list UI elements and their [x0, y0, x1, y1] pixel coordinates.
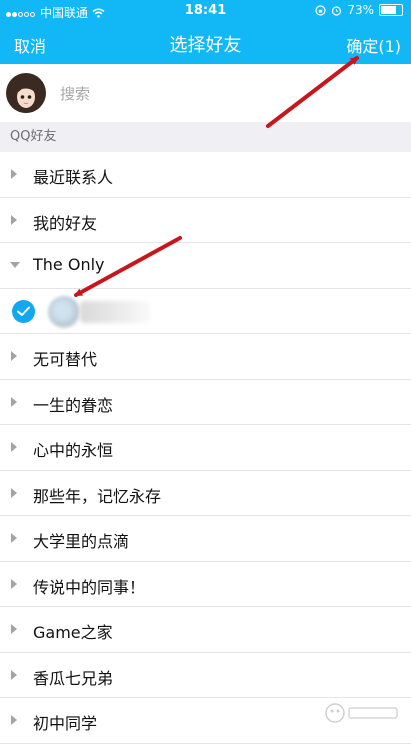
group-label: 无可替代	[33, 350, 98, 369]
group-row[interactable]: Game之家	[0, 607, 411, 653]
friend-name-blurred	[80, 300, 150, 323]
group-list: 最近联系人 我的好友 The Only 无可替代 一生的眷恋 心中的永恒 那些年…	[0, 152, 411, 744]
alarm-icon	[332, 5, 342, 16]
group-row[interactable]: 心中的永恒	[0, 425, 411, 471]
group-label: 那些年，记忆永存	[33, 486, 162, 506]
search-bar	[0, 64, 411, 122]
triangle-right-icon	[11, 214, 17, 225]
search-input[interactable]	[58, 82, 362, 106]
group-label: 一生的眷恋	[33, 395, 114, 415]
avatar[interactable]	[6, 73, 46, 113]
battery-icon	[379, 4, 403, 16]
triangle-down-icon	[10, 262, 20, 268]
battery-percent: 73%	[347, 3, 374, 17]
group-label: 心中的永恒	[33, 441, 114, 460]
group-label: 大学里的点滴	[33, 532, 130, 551]
triangle-right-icon	[11, 578, 17, 589]
confirm-button[interactable]: 确定(1)	[346, 33, 401, 57]
group-row[interactable]: 香瓜七兄弟	[0, 653, 411, 698]
section-header: QQ好友	[0, 122, 411, 152]
group-row[interactable]: 大学里的点滴	[0, 516, 411, 562]
group-row[interactable]: 我的好友	[0, 198, 411, 243]
group-label: Game之家	[33, 623, 113, 642]
triangle-right-icon	[11, 169, 17, 179]
group-label: The Only	[33, 255, 105, 274]
orientation-lock-icon	[315, 4, 326, 16]
triangle-right-icon	[11, 715, 17, 725]
group-row[interactable]: 传说中的同事！	[0, 562, 411, 607]
status-right: 73%	[315, 3, 403, 17]
group-row[interactable]: 最近联系人	[0, 152, 411, 198]
group-label: 传说中的同事！	[33, 577, 146, 597]
group-label: 最近联系人	[33, 168, 114, 187]
triangle-right-icon	[11, 669, 17, 680]
group-row[interactable]: 那些年，记忆永存	[0, 471, 411, 516]
triangle-right-icon	[11, 396, 17, 407]
triangle-right-icon	[11, 533, 17, 543]
triangle-right-icon	[11, 442, 17, 452]
checkbox-checked-icon[interactable]	[12, 299, 35, 323]
watermark-logo	[325, 703, 398, 723]
group-label: 香瓜七兄弟	[33, 668, 114, 688]
group-row[interactable]: 无可替代	[0, 334, 411, 380]
group-row[interactable]: 一生的眷恋	[0, 380, 411, 425]
friend-avatar	[48, 295, 80, 328]
triangle-right-icon	[11, 624, 17, 634]
friend-row[interactable]	[0, 289, 411, 334]
nav-bar: 取消 选择好友 确定(1)	[0, 22, 411, 64]
group-label: 初中同学	[33, 714, 98, 733]
status-bar: 中国联通 18:41 73%	[0, 0, 411, 22]
group-label: 我的好友	[33, 213, 98, 233]
avatar-face-icon	[11, 81, 41, 113]
triangle-right-icon	[11, 351, 17, 361]
group-row-expanded[interactable]: The Only	[0, 243, 411, 289]
triangle-right-icon	[11, 487, 17, 498]
